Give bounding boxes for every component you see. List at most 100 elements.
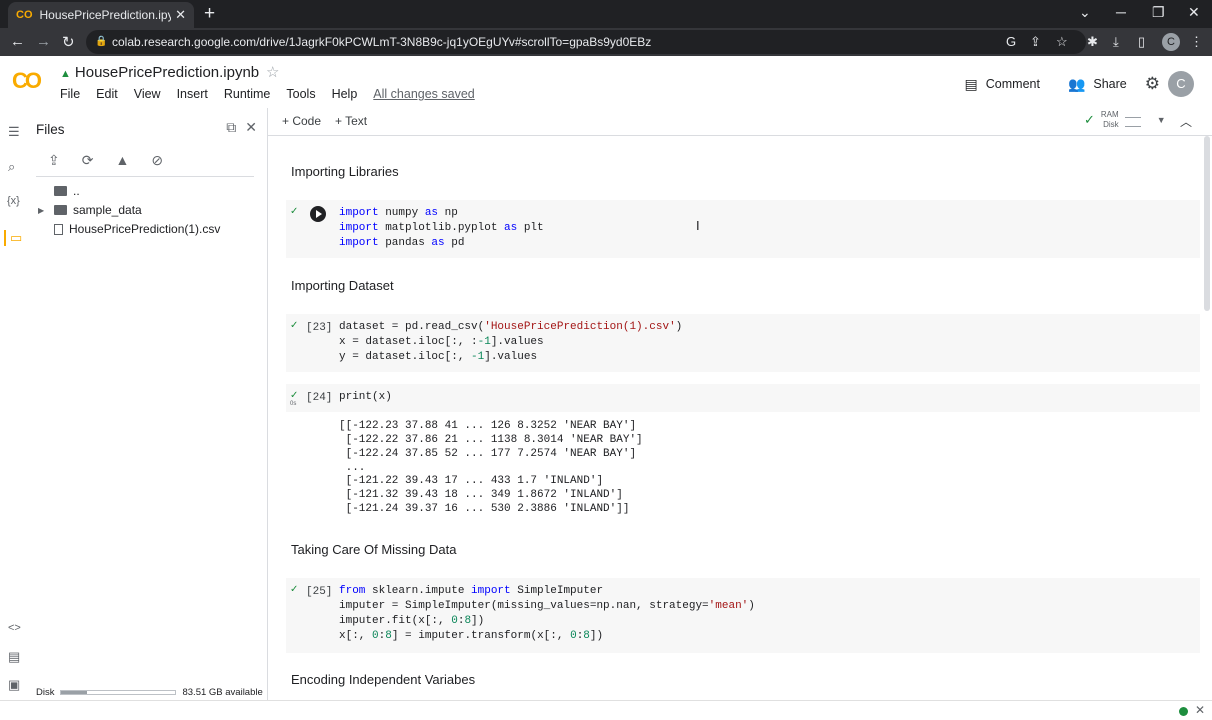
code-cell-4[interactable]: ✓ [25] from sklearn.impute import Simple… xyxy=(286,578,1200,653)
menu-edit[interactable]: Edit xyxy=(92,87,122,101)
status-bar: ✕ xyxy=(0,700,1212,720)
code-cell-3[interactable]: ✓ 0s [24] print(x) xyxy=(286,384,1200,412)
minimize-icon[interactable]: ─ xyxy=(1116,4,1126,20)
divider xyxy=(36,176,254,177)
runtime-status-dot[interactable] xyxy=(1179,707,1188,716)
tab-search-icon[interactable]: ⌄ xyxy=(1079,4,1091,21)
files-toolbar: ⇪ ⟳ ▲ ⊘ xyxy=(48,152,163,169)
collapse-header-icon[interactable]: ︿ xyxy=(1180,113,1192,130)
hide-files-icon[interactable]: ⊘ xyxy=(151,152,163,169)
output-line: [-121.24 39.37 16 ... 530 2.3886 'INLAND… xyxy=(339,503,630,515)
table-of-contents-icon[interactable]: ☰ xyxy=(8,124,20,140)
extensions-icon[interactable]: ✱ xyxy=(1087,34,1098,50)
output-line: [-121.22 39.43 17 ... 433 1.7 'INLAND'] xyxy=(339,475,604,487)
code-line[interactable]: print(x) xyxy=(339,391,392,403)
settings-gear-icon[interactable]: ⚙ xyxy=(1145,74,1160,94)
code-line[interactable]: dataset = pd.read_csv('HousePricePredict… xyxy=(339,321,682,333)
menu-insert[interactable]: Insert xyxy=(173,87,212,101)
menu-tools[interactable]: Tools xyxy=(282,87,319,101)
resources-dropdown-icon[interactable]: ▼ xyxy=(1157,115,1166,125)
command-palette-icon[interactable]: ▤ xyxy=(8,649,20,665)
files-panel: Files ⧉ ✕ ⇪ ⟳ ▲ ⊘ .. ▶ sample_data House… xyxy=(30,108,268,700)
section-heading: Taking Care Of Missing Data xyxy=(291,542,457,557)
people-icon: 👥 xyxy=(1067,75,1086,92)
browser-tab[interactable]: CO HousePricePrediction.ipynb - Col ✕ xyxy=(8,2,194,28)
url-field[interactable]: 🔒 colab.research.google.com/drive/1Jagrk… xyxy=(86,30,1086,54)
side-panel-icon[interactable]: ▯ xyxy=(1138,34,1145,50)
section-heading: Importing Libraries xyxy=(291,164,399,179)
menu-view[interactable]: View xyxy=(130,87,165,101)
tree-item-sample-data[interactable]: ▶ sample_data xyxy=(38,203,142,217)
executed-check-icon: ✓ xyxy=(290,584,299,595)
drive-icon: ▲ xyxy=(60,68,71,80)
scrollbar[interactable] xyxy=(1204,136,1210,311)
back-icon[interactable]: ← xyxy=(10,33,25,50)
forward-icon[interactable]: → xyxy=(36,33,51,50)
execution-count: [24] xyxy=(306,392,333,404)
disk-usage: Disk 83.51 GB available xyxy=(36,687,266,698)
close-panel-icon[interactable]: ✕ xyxy=(245,119,257,136)
bookmark-star-icon[interactable]: ☆ xyxy=(1056,34,1068,50)
restore-icon[interactable]: ❐ xyxy=(1152,4,1165,21)
colab-favicon-icon: CO xyxy=(16,9,33,21)
executed-check-icon: ✓ xyxy=(290,206,299,217)
upload-file-icon[interactable]: ⇪ xyxy=(48,152,60,169)
mount-drive-icon[interactable]: ▲ xyxy=(115,152,129,169)
code-line[interactable]: from sklearn.impute import SimpleImputer xyxy=(339,585,603,597)
browser-tab-bar: CO HousePricePrediction.ipynb - Col ✕ + … xyxy=(0,0,1212,28)
folder-icon xyxy=(54,205,67,215)
reload-icon[interactable]: ↻ xyxy=(62,33,75,51)
download-icon[interactable]: ⤓ xyxy=(1113,34,1119,50)
browser-menu-icon[interactable]: ⋮ xyxy=(1190,34,1203,50)
text-cursor-icon: I xyxy=(696,218,700,233)
expand-arrow-icon[interactable]: ▶ xyxy=(38,206,48,215)
code-line[interactable]: x[:, 0:8] = imputer.transform(x[:, 0:8]) xyxy=(339,630,603,642)
notebook-title[interactable]: ▲ HousePricePrediction.ipynb xyxy=(60,64,259,81)
search-icon[interactable]: ⌕ xyxy=(8,159,15,175)
code-line[interactable]: x = dataset.iloc[:, :-1].values xyxy=(339,336,544,348)
tab-title: HousePricePrediction.ipynb - Col xyxy=(39,8,172,22)
code-snippets-icon[interactable]: <> xyxy=(8,622,21,634)
tree-item-csv[interactable]: HousePricePrediction(1).csv xyxy=(38,222,220,236)
disk-usage-fill xyxy=(61,691,87,694)
share-page-icon[interactable]: ⇪ xyxy=(1030,34,1041,50)
notebook-toolbar: + Code + Text ✓ RAM Disk ▼ ︿ xyxy=(268,108,1212,136)
menu-file[interactable]: File xyxy=(56,87,84,101)
google-icon[interactable]: G xyxy=(1006,34,1016,49)
code-cell-1[interactable]: ✓ import numpy as np import matplotlib.p… xyxy=(286,200,1200,258)
menu-help[interactable]: Help xyxy=(328,87,362,101)
output-line: [-122.24 37.85 52 ... 177 7.2574 'NEAR B… xyxy=(339,448,637,460)
user-avatar[interactable]: C xyxy=(1168,71,1194,97)
tree-item-parent[interactable]: .. xyxy=(38,184,80,198)
variables-icon[interactable]: {x} xyxy=(7,195,20,207)
add-text-button[interactable]: + Text xyxy=(335,114,367,128)
star-icon[interactable]: ☆ xyxy=(266,63,279,81)
run-cell-button[interactable] xyxy=(310,206,326,222)
comment-button[interactable]: ▤ Comment xyxy=(955,76,1050,93)
menu-runtime[interactable]: Runtime xyxy=(220,87,275,101)
resources-indicator[interactable]: ✓ RAM Disk ▼ xyxy=(1084,110,1166,130)
files-folder-icon[interactable]: ▭ xyxy=(4,230,22,246)
close-window-icon[interactable]: ✕ xyxy=(1188,4,1200,21)
save-status[interactable]: All changes saved xyxy=(369,87,478,101)
code-line[interactable]: imputer = SimpleImputer(missing_values=n… xyxy=(339,600,755,612)
open-in-tab-icon[interactable]: ⧉ xyxy=(226,119,236,136)
code-line[interactable]: import pandas as pd xyxy=(339,237,464,249)
code-line[interactable]: y = dataset.iloc[:, -1].values xyxy=(339,351,537,363)
new-tab-icon[interactable]: + xyxy=(204,3,215,25)
close-status-icon[interactable]: ✕ xyxy=(1195,703,1205,717)
url-text: colab.research.google.com/drive/1JagrkF0… xyxy=(112,35,652,49)
close-tab-icon[interactable]: ✕ xyxy=(175,7,186,23)
code-line[interactable]: imputer.fit(x[:, 0:8]) xyxy=(339,615,484,627)
terminal-icon[interactable]: ▣ xyxy=(8,677,20,693)
add-code-button[interactable]: + Code xyxy=(282,114,321,128)
code-line[interactable]: import numpy as np xyxy=(339,207,458,219)
disk-label-toolbar: Disk xyxy=(1103,120,1119,129)
refresh-folder-icon[interactable]: ⟳ xyxy=(82,152,94,169)
execution-count: [25] xyxy=(306,586,333,598)
share-button[interactable]: 👥 Share xyxy=(1058,76,1137,93)
code-line[interactable]: import matplotlib.pyplot as plt xyxy=(339,222,544,234)
code-cell-2[interactable]: ✓ [23] dataset = pd.read_csv('HousePrice… xyxy=(286,314,1200,372)
colab-logo[interactable]: CO xyxy=(12,68,42,94)
browser-profile-avatar[interactable]: C xyxy=(1162,33,1180,51)
